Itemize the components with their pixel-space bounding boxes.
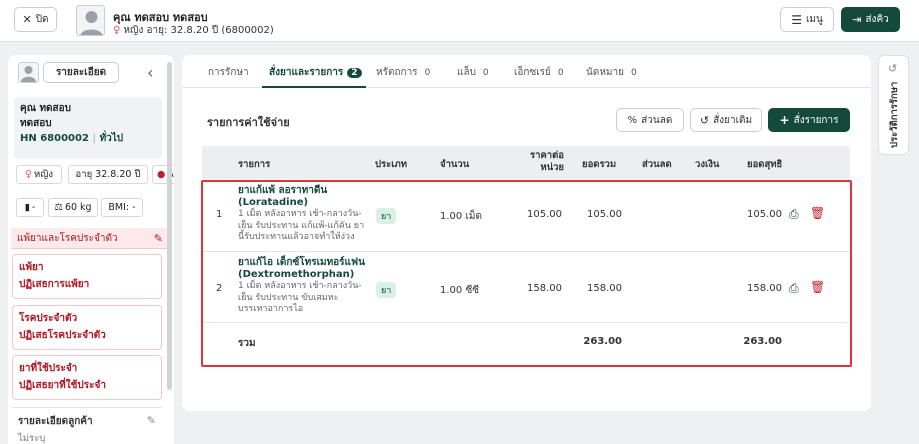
- blood-drop-icon: ●: [157, 169, 166, 180]
- main-panel: การรักษา สั่งยาและรายการ 2 หรัตถการ 0 แล็บ…: [182, 55, 871, 411]
- send-queue-button[interactable]: ⇥ ส่งคิว: [841, 7, 900, 32]
- menu-button[interactable]: ☰ เมนู: [780, 7, 834, 32]
- hn-number: HN 6800002: [20, 133, 89, 144]
- drug-name: ยาแก้แพ้ ลอราทาดีน (Loratadine): [238, 185, 328, 208]
- tab-procedures[interactable]: หรัตถการ 0: [376, 65, 433, 80]
- table-row[interactable]: 1 ยาแก้แพ้ ลอราทาดีน (Loratadine) 1 เม็ด…: [202, 181, 850, 252]
- tab-lab[interactable]: แล็บ 0: [457, 65, 492, 80]
- disease-section: โรคประจำตัว ปฏิเสธโรคประจำตัว: [12, 305, 162, 350]
- treatment-history-tab[interactable]: ↺ ประวัติการรักษา: [878, 55, 909, 155]
- scale-icon: ⚖: [54, 202, 63, 213]
- female-icon: ♀: [25, 169, 32, 180]
- avatar-small: [18, 62, 39, 83]
- history-icon: ↺: [699, 113, 710, 127]
- table-header: รายการ ประเภท จำนวน ราคาต่อหน่วย ยอดรวม …: [202, 146, 850, 179]
- exit-icon: ⇥: [852, 13, 862, 26]
- type-badge: ยา: [376, 282, 397, 298]
- sidebar-scrollbar[interactable]: [167, 62, 172, 390]
- tab-treatment[interactable]: การรักษา: [208, 65, 249, 80]
- avatar: [76, 5, 105, 36]
- print-icon[interactable]: ⎙: [789, 281, 799, 296]
- trash-icon[interactable]: 🗑: [810, 280, 825, 294]
- drug-description: 1 เม็ด หลังอาหาร เช้า-กลางวัน-เย็น รับปร…: [238, 209, 365, 242]
- tab-active-underline: [262, 86, 366, 88]
- print-icon[interactable]: ⎙: [789, 207, 799, 222]
- patient-card: คุณ ทดสอบ ทดสอบ HN 6800002 | ทั่วไป: [14, 97, 162, 159]
- patient-sidebar: รายละเอียด ‹ คุณ ทดสอบ ทดสอบ HN 6800002 …: [8, 55, 174, 444]
- drug-name: ยาแก้ไอ เด็กซ์โทรเมทอร์แฟน (Dextromethor…: [238, 257, 365, 280]
- edit-icon[interactable]: ✎: [154, 232, 163, 245]
- age-chip: อายุ 32.8.20 ปี: [68, 165, 148, 184]
- drug-description: 1 เม็ด หลังอาหาร เช้า-กลางวัน-เย็น รับปร…: [238, 281, 362, 314]
- trash-icon[interactable]: 🗑: [810, 206, 825, 220]
- hn-type: ทั่วไป: [99, 133, 124, 144]
- tab-bar: การรักษา สั่งยาและรายการ 2 หรัตถการ 0 แล็บ…: [182, 55, 871, 88]
- hamburger-icon: ☰: [791, 12, 802, 27]
- bmi-chip: BMI: -: [101, 198, 143, 217]
- add-order-button[interactable]: + สั่งรายการ: [768, 108, 850, 132]
- edit-icon[interactable]: ✎: [147, 414, 156, 429]
- sum-row: รวม 263.00 263.00: [238, 336, 782, 349]
- patient-info: ♀ หญิง อายุ: 32.8.20 ปี (6800002): [113, 25, 274, 36]
- expenses-title: รายการค่าใช้จ่าย: [207, 116, 290, 129]
- customer-details: รายละเอียดลูกค้า ✎ ไม่ระบุ: [12, 407, 162, 444]
- regular-med-section: ยาที่ใช้ประจำ ปฏิเสธยาที่ใช้ประจำ: [12, 355, 162, 400]
- tab-xray[interactable]: เอ็กซเรย์ 0: [514, 65, 567, 80]
- old-order-button[interactable]: ↺ สั่งยาเดิม: [690, 108, 762, 132]
- allergy-section: แพ้ยา ปฏิเสธการแพ้ยา: [12, 254, 162, 299]
- gender-chip: ♀ หญิง: [16, 165, 62, 184]
- weight-chip: ⚖ 60 kg: [48, 198, 98, 217]
- chevron-left-icon[interactable]: ‹: [147, 63, 153, 82]
- close-icon: ✕: [22, 13, 32, 26]
- history-icon: ↺: [888, 62, 898, 75]
- top-bar: ✕ ปิด คุณ ทดสอบ ทดสอบ ♀ หญิง อายุ: 32.8.…: [0, 0, 919, 42]
- percent-icon: %: [627, 114, 638, 126]
- plus-icon: +: [779, 113, 790, 127]
- details-button[interactable]: รายละเอียด: [43, 62, 119, 83]
- ruler-icon: ▮: [24, 202, 30, 213]
- female-icon: ♀: [113, 25, 121, 36]
- table-row[interactable]: 2 ยาแก้ไอ เด็กซ์โทรเมทอร์แฟน (Dextrometh…: [202, 253, 850, 323]
- tab-orders[interactable]: สั่งยาและรายการ 2: [269, 65, 362, 80]
- close-button[interactable]: ✕ ปิด: [14, 7, 57, 32]
- discount-button[interactable]: % ส่วนลด: [616, 108, 684, 132]
- height-chip: ▮ -: [16, 198, 44, 217]
- tab-appointment[interactable]: นัดหมาย 0: [586, 65, 640, 80]
- allergy-header: แพ้ยาและโรคประจำตัว ✎: [11, 228, 171, 249]
- type-badge: ยา: [376, 208, 397, 224]
